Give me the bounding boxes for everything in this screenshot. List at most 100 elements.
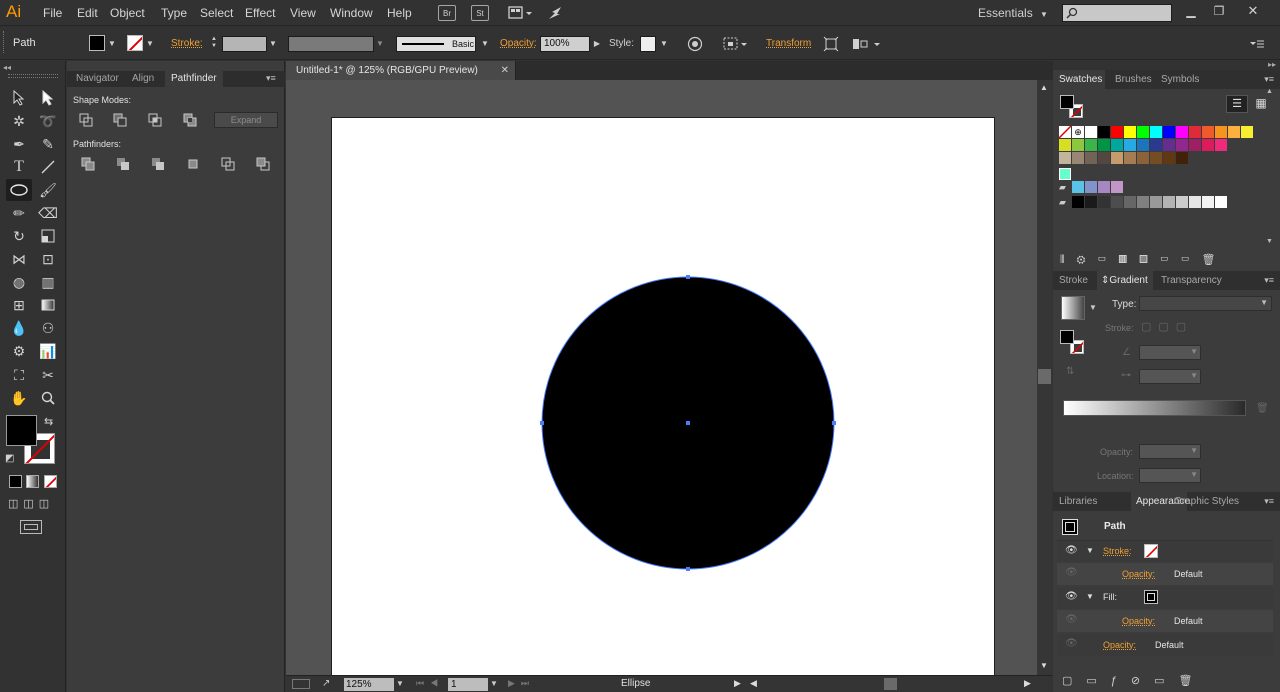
expand-button[interactable]: Expand (214, 112, 278, 128)
zoom-field[interactable]: 125% (344, 678, 394, 691)
shape-builder-tool-icon[interactable]: ◍ (8, 272, 30, 292)
color-swatch[interactable] (1215, 196, 1227, 208)
perspective-grid-tool-icon[interactable]: ▥ (37, 272, 59, 292)
gradient-location-field[interactable]: ▼ (1139, 468, 1201, 483)
width-tool-icon[interactable]: ⋈ (8, 249, 30, 269)
stroke-opacity-label[interactable]: Opacity: (1122, 569, 1155, 579)
none-swatch[interactable] (1059, 126, 1071, 138)
tab-brushes[interactable]: Brushes (1115, 74, 1152, 85)
swatches-fill-front[interactable] (1060, 95, 1074, 109)
anchor-point[interactable] (832, 421, 836, 425)
angle-field[interactable]: ▼ (1139, 345, 1201, 360)
align-to-selection-icon[interactable] (723, 35, 749, 53)
color-swatch[interactable] (1111, 181, 1123, 193)
type-select[interactable]: ▼ (1139, 296, 1272, 311)
artboard-prev-icons[interactable]: ⏮◀ (416, 678, 444, 689)
center-point[interactable] (686, 421, 690, 425)
menu-select[interactable]: Select (200, 6, 233, 20)
minus-front-icon[interactable] (113, 113, 127, 127)
vertical-scrollbar[interactable]: ▲ ▼ (1037, 80, 1052, 675)
eraser-tool-icon[interactable]: ⌫ (37, 203, 59, 223)
appearance-fill-row[interactable]: 👁 ▼ Fill: (1057, 587, 1273, 609)
draw-modes-icon[interactable]: ◫◫◫ (8, 497, 54, 510)
zoom-tool-icon[interactable] (37, 388, 59, 408)
color-swatch[interactable] (1085, 196, 1097, 208)
rotate-tool-icon[interactable]: ↻ (8, 226, 30, 246)
color-swatch[interactable] (1163, 196, 1175, 208)
menu-edit[interactable]: Edit (77, 6, 98, 20)
pencil-tool-icon[interactable]: ✏ (8, 203, 30, 223)
tab-stroke[interactable]: Stroke (1059, 275, 1088, 286)
gpu-mode-icon[interactable] (292, 679, 310, 689)
color-swatch[interactable] (1241, 126, 1253, 138)
style-dropdown[interactable]: ▼ (658, 35, 670, 51)
opacity-arrow[interactable]: ▶ (591, 35, 603, 51)
appearance-stroke-row[interactable]: 👁 ▼ Stroke: (1057, 540, 1273, 562)
graphic-style-swatch[interactable] (640, 36, 656, 52)
screen-mode-icon[interactable] (20, 520, 42, 534)
color-swatch[interactable] (1150, 196, 1162, 208)
tab-graphic-styles[interactable]: Graphic Styles (1174, 496, 1239, 507)
color-swatch[interactable] (1085, 181, 1097, 193)
gpu-performance-icon[interactable] (546, 4, 566, 22)
delete-stop-icon[interactable]: 🗑 (1256, 403, 1269, 414)
zoom-dropdown-icon[interactable]: ▼ (396, 679, 404, 688)
color-swatch[interactable] (1202, 139, 1214, 151)
eye-icon[interactable]: 👁 (1065, 614, 1078, 625)
tab-swatches[interactable]: Swatches (1059, 74, 1102, 85)
stroke-color-swatch[interactable] (127, 35, 143, 51)
reverse-gradient-icon[interactable]: ⇅ (1066, 366, 1074, 377)
ellipse-tool-icon[interactable] (6, 179, 32, 201)
exclude-icon[interactable] (183, 113, 197, 127)
paintbrush-tool-icon[interactable]: 🖌 (37, 180, 59, 200)
color-swatch[interactable] (1163, 152, 1175, 164)
menu-view[interactable]: View (290, 6, 316, 20)
color-swatch[interactable] (1189, 126, 1201, 138)
tab-navigator[interactable]: Navigator (76, 73, 119, 84)
color-swatch[interactable] (1124, 126, 1136, 138)
menu-effect[interactable]: Effect (245, 6, 275, 20)
color-swatch[interactable] (1124, 152, 1136, 164)
color-swatch[interactable] (1150, 139, 1162, 151)
isolate-selection-icon[interactable] (822, 35, 840, 53)
gradient-opacity-field[interactable]: ▼ (1139, 444, 1201, 459)
horizontal-scroll-thumb[interactable] (884, 678, 897, 690)
disclosure-triangle-icon[interactable]: ▼ (1086, 546, 1094, 555)
menu-help[interactable]: Help (387, 6, 412, 20)
appearance-fill-swatch[interactable] (1144, 590, 1158, 604)
menu-type[interactable]: Type (161, 6, 187, 20)
pattern-swatch-icon[interactable] (1059, 168, 1071, 180)
gradient-fill-front[interactable] (1060, 330, 1074, 344)
color-swatch[interactable] (1150, 126, 1162, 138)
export-icon[interactable]: ↗ (322, 678, 330, 689)
color-swatch[interactable] (1072, 139, 1084, 151)
color-swatch[interactable] (1137, 152, 1149, 164)
search-input[interactable] (1062, 4, 1172, 22)
color-swatch[interactable] (1176, 126, 1188, 138)
color-mode-icon[interactable] (9, 475, 22, 488)
slice-tool-icon[interactable]: ✂ (37, 365, 59, 385)
tab-gradient[interactable]: ⇕Gradient (1101, 275, 1148, 286)
object-opacity-label[interactable]: Opacity: (1103, 640, 1136, 650)
gradient-mode-icon[interactable] (26, 475, 39, 488)
tab-symbols[interactable]: Symbols (1161, 74, 1199, 85)
distribute-options-icon[interactable] (852, 35, 882, 53)
eye-icon[interactable]: 👁 (1065, 545, 1078, 556)
scroll-right-icon[interactable]: ▶ (1024, 678, 1031, 689)
color-swatch[interactable] (1215, 139, 1227, 151)
close-icon[interactable]: ✕ (1244, 3, 1262, 19)
color-swatch[interactable] (1137, 196, 1149, 208)
color-swatch[interactable] (1098, 126, 1110, 138)
registration-swatch[interactable]: ⊕ (1072, 126, 1084, 138)
swatches-footer-icons[interactable]: ⫴⚙▭▦▤▭▭🗑 (1060, 253, 1270, 269)
artboard-number-field[interactable]: 1 (448, 678, 488, 691)
menu-object[interactable]: Object (110, 6, 145, 20)
swatches-scrollbar[interactable]: ▲ ▼ (1266, 72, 1274, 252)
color-swatch[interactable] (1176, 139, 1188, 151)
minimize-icon[interactable]: ▁ (1182, 3, 1200, 19)
document-tab[interactable]: Untitled-1* @ 125% (RGB/GPU Preview) ✕ (286, 61, 516, 80)
lasso-tool-icon[interactable]: ➰ (37, 111, 59, 131)
variable-width-dropdown[interactable]: ▼ (374, 35, 386, 51)
appearance-footer-icons[interactable]: ▢▭ƒ⊘▭🗑 (1062, 674, 1272, 690)
unite-icon[interactable] (79, 113, 93, 127)
